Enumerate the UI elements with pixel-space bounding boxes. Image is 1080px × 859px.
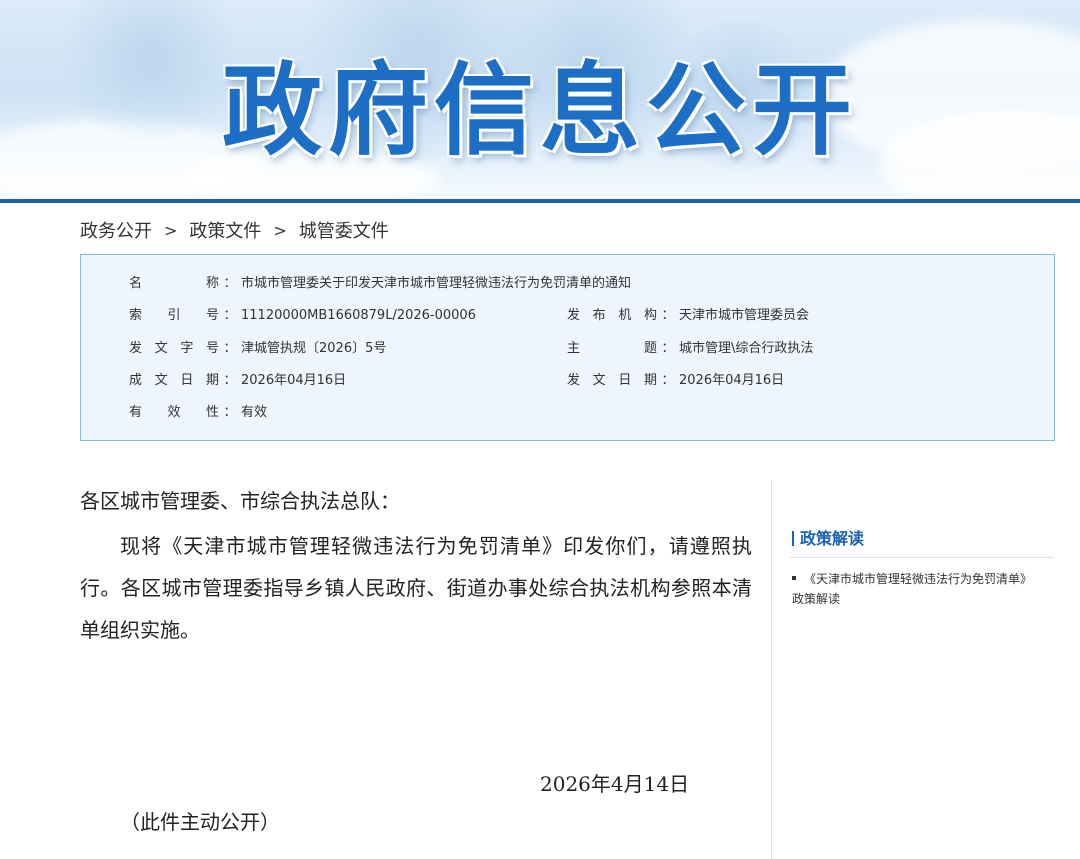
info-colon: ： — [661, 341, 675, 356]
info-colon: ： — [223, 308, 237, 323]
info-colon: ： — [223, 341, 237, 356]
info-colon: ： — [661, 308, 675, 323]
document-date: 2026年4月14日 — [540, 772, 690, 796]
info-value-issuer: 天津市城市管理委员会 — [679, 308, 810, 323]
info-value-issue-date: 2026年04月16日 — [679, 373, 785, 388]
title-bar-marker — [792, 531, 794, 546]
info-value-doc-number: 津城管执规〔2026〕5号 — [241, 341, 387, 356]
info-label-topic: 主题 — [567, 341, 657, 356]
info-colon: ： — [223, 276, 237, 291]
header-banner: 政府信息公开 — [0, 0, 1080, 200]
info-row-topic: 主题 ： 城市管理\综合行政执法 — [567, 339, 813, 359]
breadcrumb-item-government-affairs[interactable]: 政务公开 — [80, 217, 152, 243]
breadcrumb-separator: > — [273, 220, 287, 240]
policy-interpretation-link-text[interactable]: 《天津市城市管理轻微违法行为免罚清单》政策解读 — [792, 572, 1032, 606]
info-label-written-date: 成文日期 — [129, 373, 219, 388]
sidebar-title: 政策解读 — [792, 528, 864, 550]
info-row-doc-number: 发文字号 ： 津城管执规〔2026〕5号 — [129, 339, 386, 359]
breadcrumb-item-policy-documents[interactable]: 政策文件 — [189, 217, 261, 243]
info-colon: ： — [223, 405, 237, 420]
sidebar-divider — [771, 480, 772, 859]
info-value-name: 市城市管理委关于印发天津市城市管理轻微违法行为免罚清单的通知 — [241, 276, 632, 291]
document-paragraph: 现将《天津市城市管理轻微违法行为免罚清单》印发你们，请遵照执行。各区城市管理委指… — [80, 534, 752, 642]
breadcrumb-separator: > — [164, 220, 178, 240]
bullet-icon — [792, 576, 796, 580]
disclosure-note: （此件主动公开） — [120, 810, 280, 834]
banner-divider — [0, 199, 1080, 203]
info-row-validity: 有效性 ： 有效 — [129, 403, 267, 423]
info-value-written-date: 2026年04月16日 — [241, 373, 347, 388]
breadcrumb-item-urban-management-documents[interactable]: 城管委文件 — [299, 217, 389, 243]
document-info-box: 名称 ： 市城市管理委关于印发天津市城市管理轻微违法行为免罚清单的通知 索引号 … — [80, 254, 1055, 441]
info-label-validity: 有效性 — [129, 405, 219, 420]
info-value-validity: 有效 — [241, 405, 268, 420]
sidebar-title-text: 政策解读 — [800, 529, 865, 548]
info-row-issuer: 发布机构 ： 天津市城市管理委员会 — [567, 306, 809, 326]
document-salutation: 各区城市管理委、市综合执法总队： — [80, 489, 400, 513]
breadcrumb: 政务公开 > 政策文件 > 城管委文件 — [80, 217, 389, 243]
sidebar-rule — [790, 557, 1054, 558]
info-value-topic: 城市管理\综合行政执法 — [679, 341, 814, 356]
info-row-issue-date: 发文日期 ： 2026年04月16日 — [567, 371, 784, 391]
info-label-issuer: 发布机构 — [567, 308, 657, 323]
info-row-name: 名称 ： 市城市管理委关于印发天津市城市管理轻微违法行为免罚清单的通知 — [129, 274, 631, 294]
policy-interpretation-link[interactable]: 《天津市城市管理轻微违法行为免罚清单》政策解读 — [792, 569, 1042, 609]
info-value-index: 11120000MB1660879L/2026-00006 — [241, 308, 476, 323]
info-label-index: 索引号 — [129, 308, 219, 323]
info-label-doc-number: 发文字号 — [129, 341, 219, 356]
info-row-written-date: 成文日期 ： 2026年04月16日 — [129, 371, 346, 391]
info-row-index: 索引号 ： 11120000MB1660879L/2026-00006 — [129, 306, 476, 326]
info-label-issue-date: 发文日期 — [567, 373, 657, 388]
info-colon: ： — [223, 373, 237, 388]
info-label-name: 名称 — [129, 276, 219, 291]
info-colon: ： — [661, 373, 675, 388]
banner-title: 政府信息公开 — [222, 52, 858, 169]
